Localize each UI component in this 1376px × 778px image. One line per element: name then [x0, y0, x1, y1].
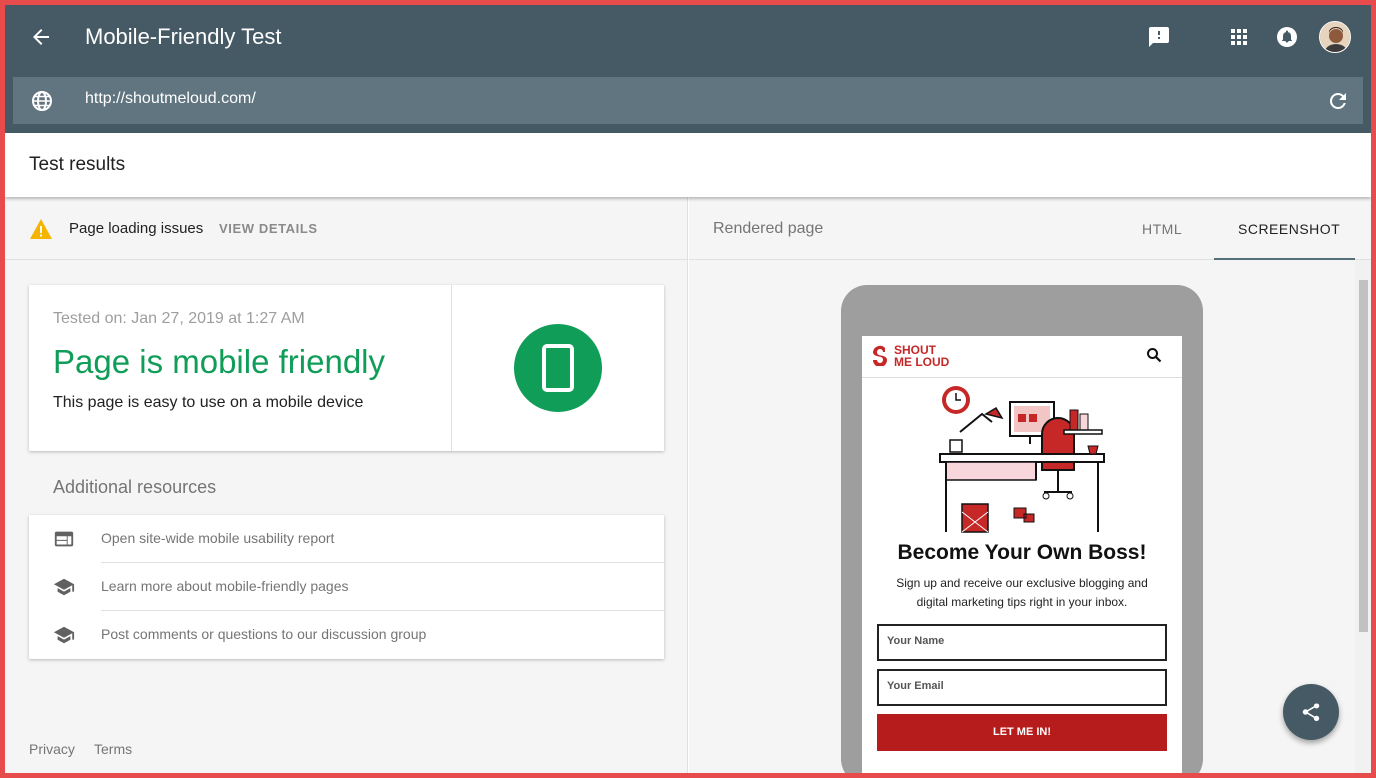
account-avatar[interactable]	[1319, 21, 1351, 53]
rendered-page-tabs: Rendered page HTML SCREENSHOT	[689, 197, 1371, 260]
rendered-screenshot: SHOUT ME LOUD Become Your Own Boss! Sign…	[862, 336, 1182, 778]
school-icon	[53, 578, 75, 596]
preview-subtext: Sign up and receive our exclusive bloggi…	[896, 576, 1148, 609]
preview-name-field: Your Name	[877, 624, 1167, 661]
site-brand-name: SHOUT ME LOUD	[894, 343, 950, 369]
list-item-usability-report[interactable]: Open site-wide mobile usability report	[29, 515, 664, 563]
name-field-placeholder: Your Name	[887, 635, 945, 647]
share-button[interactable]	[1283, 684, 1339, 740]
terms-link[interactable]: Terms	[94, 741, 132, 757]
globe-icon	[32, 91, 52, 111]
tested-on-text: Tested on: Jan 27, 2019 at 1:27 AM	[53, 310, 305, 327]
warning-icon	[30, 219, 52, 239]
preview-email-field: Your Email	[877, 669, 1167, 706]
list-item-label: Learn more about mobile-friendly pages	[101, 578, 349, 594]
url-input[interactable]: http://shoutmeloud.com/	[85, 90, 256, 108]
vertical-scrollbar[interactable]	[1355, 260, 1371, 773]
site-header: SHOUT ME LOUD	[862, 336, 1182, 378]
refresh-icon[interactable]	[1326, 89, 1350, 113]
url-bar: http://shoutmeloud.com/	[13, 77, 1363, 124]
mobile-phone-icon	[514, 324, 602, 412]
results-header: Test results	[5, 133, 1371, 197]
issue-label: Page loading issues	[69, 220, 204, 237]
web-icon	[54, 531, 74, 547]
list-item-learn-more[interactable]: Learn more about mobile-friendly pages	[29, 563, 664, 611]
school-icon	[53, 626, 75, 644]
card-divider	[451, 285, 452, 451]
apps-grid-icon[interactable]	[1227, 25, 1251, 49]
tab-screenshot[interactable]: SCREENSHOT	[1238, 221, 1340, 237]
user-photo-icon	[1320, 22, 1350, 52]
preview-headline: Become Your Own Boss!	[897, 541, 1147, 564]
preview-submit-button: LET ME IN!	[877, 714, 1167, 751]
result-card: Tested on: Jan 27, 2019 at 1:27 AM Page …	[29, 285, 664, 451]
active-tab-indicator	[1214, 258, 1355, 260]
results-title: Test results	[29, 154, 126, 175]
search-icon	[1147, 348, 1162, 363]
rendered-page-label: Rendered page	[713, 220, 824, 237]
additional-resources-heading: Additional resources	[53, 477, 217, 497]
list-item-label: Open site-wide mobile usability report	[101, 530, 335, 546]
share-icon	[1302, 703, 1320, 722]
privacy-link[interactable]: Privacy	[29, 741, 75, 757]
email-field-placeholder: Your Email	[887, 680, 944, 692]
verdict-subtext: This page is easy to use on a mobile dev…	[53, 394, 364, 411]
app-title: Mobile-Friendly Test	[85, 24, 282, 49]
scrollbar-thumb[interactable]	[1359, 280, 1368, 632]
tab-html[interactable]: HTML	[1142, 221, 1182, 237]
app-bar: Mobile-Friendly Test http://shoutmeloud.…	[0, 0, 1376, 133]
resources-list: Open site-wide mobile usability report L…	[29, 515, 664, 659]
left-panel: Page loading issues VIEW DETAILS Tested …	[5, 197, 688, 773]
back-arrow-icon[interactable]	[29, 25, 53, 49]
list-item-discussion-group[interactable]: Post comments or questions to our discus…	[29, 611, 664, 659]
feedback-icon[interactable]	[1147, 25, 1171, 49]
notifications-icon[interactable]	[1275, 25, 1299, 49]
verdict-headline: Page is mobile friendly	[53, 343, 385, 380]
list-item-label: Post comments or questions to our discus…	[101, 626, 427, 642]
page-loading-issues-row: Page loading issues VIEW DETAILS	[5, 197, 688, 260]
view-details-button[interactable]: VIEW DETAILS	[219, 221, 318, 236]
phone-screenshot-frame: SHOUT ME LOUD Become Your Own Boss! Sign…	[841, 285, 1203, 778]
desk-illustration-icon	[939, 386, 1105, 533]
shoutmeloud-logo-icon	[873, 345, 887, 366]
right-panel: Rendered page HTML SCREENSHOT SHOUT ME L…	[689, 197, 1371, 778]
